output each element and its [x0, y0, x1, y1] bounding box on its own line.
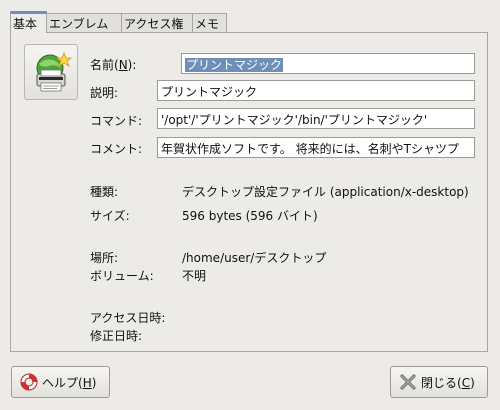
tab-basic-label: 基本 — [13, 17, 38, 31]
help-label-suffix: ) — [91, 375, 97, 390]
close-label-suffix: ) — [470, 375, 475, 390]
close-button-label: 閉じる(C) — [421, 374, 475, 391]
type-value: デスクトップ設定ファイル (application/x-desktop) — [182, 185, 469, 199]
close-x-icon — [400, 374, 416, 390]
tab-bar: 基本 エンブレム アクセス権 メモ — [10, 11, 227, 33]
command-field-value: '/opt'/'プリントマジック'/bin/'プリントマジック' — [161, 113, 428, 127]
tab-emblems-label: エンブレム — [49, 17, 109, 31]
close-label-mnemonic: C — [461, 375, 471, 390]
name-field[interactable]: プリントマジック — [181, 53, 475, 74]
close-button[interactable]: 閉じる(C) — [390, 366, 488, 398]
help-button-label: ヘルプ(H) — [42, 374, 96, 391]
description-field-value: プリントマジック — [161, 85, 258, 99]
help-label-mnemonic: H — [82, 375, 92, 390]
file-icon-button[interactable] — [24, 44, 78, 100]
tab-basic[interactable]: 基本 — [10, 11, 47, 33]
comment-field-value: 年賀状作成ソフトです。 将来的には、名刺やTシャツプ — [161, 142, 459, 156]
name-label: 名前(N): — [90, 56, 136, 73]
accessed-label: アクセス日時: — [90, 311, 166, 325]
comment-label: コメント: — [90, 142, 143, 156]
comment-field[interactable]: 年賀状作成ソフトです。 将来的には、名刺やTシャツプ — [157, 137, 475, 158]
close-label-prefix: 閉じる( — [421, 375, 462, 390]
command-label: コマンド: — [90, 114, 143, 128]
help-label-prefix: ヘルプ( — [42, 375, 83, 390]
properties-dialog: 基本 エンブレム アクセス権 メモ 名前(N): プリントマジック 説明: プリ… — [0, 0, 500, 410]
location-label: 場所: — [90, 251, 119, 265]
volume-label: ボリューム: — [90, 269, 154, 283]
printer-magic-icon — [36, 51, 73, 92]
modified-label: 修正日時: — [90, 329, 143, 343]
name-label-suffix: ): — [127, 58, 137, 72]
name-label-mnemonic: N — [118, 58, 128, 72]
tab-emblems[interactable]: エンブレム — [46, 13, 122, 33]
help-button[interactable]: ヘルプ(H) — [11, 366, 110, 398]
tab-permissions-label: アクセス権 — [124, 17, 184, 31]
tab-notes-label: メモ — [195, 17, 220, 31]
command-field[interactable]: '/opt'/'プリントマジック'/bin/'プリントマジック' — [157, 108, 475, 129]
description-field[interactable]: プリントマジック — [157, 80, 475, 101]
tab-notes[interactable]: メモ — [192, 13, 227, 33]
name-field-value: プリントマジック — [185, 58, 284, 72]
size-label: サイズ: — [90, 209, 130, 223]
size-value: 596 bytes (596 バイト) — [182, 209, 318, 223]
name-label-prefix: 名前( — [90, 58, 119, 72]
lifebuoy-icon — [20, 373, 38, 391]
volume-value: 不明 — [182, 269, 207, 283]
location-value: /home/user/デスクトップ — [182, 251, 327, 265]
tab-permissions[interactable]: アクセス権 — [121, 13, 193, 33]
description-label: 説明: — [90, 86, 119, 100]
type-label: 種類: — [90, 185, 119, 199]
